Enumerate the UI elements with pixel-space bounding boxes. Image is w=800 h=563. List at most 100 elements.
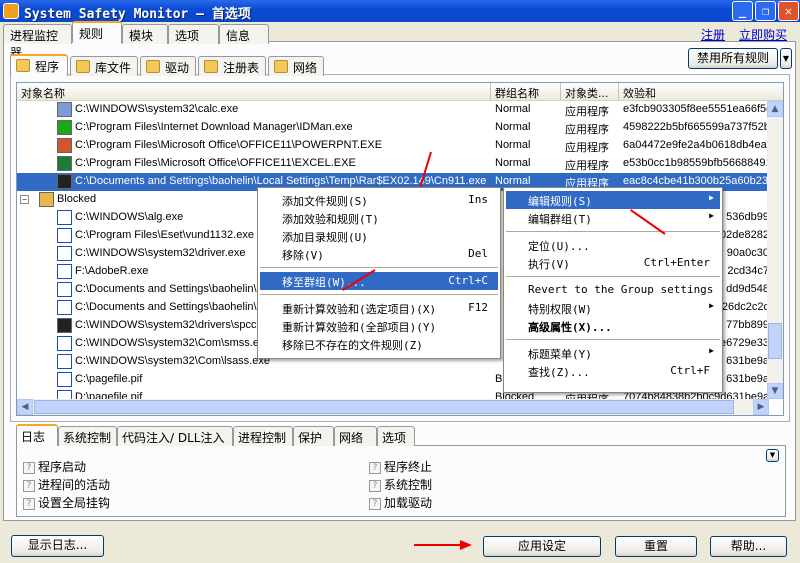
column-header-type[interactable]: 对象类...: [561, 83, 619, 101]
menu-item-label: 重新计算效验和(全部项目)(Y): [282, 321, 437, 334]
excel-icon: [57, 156, 72, 171]
menu-item[interactable]: Revert to the Group settings: [506, 281, 720, 299]
unknown-state-checkbox[interactable]: ?: [369, 479, 381, 492]
bottom-tab-4[interactable]: 保护: [293, 426, 334, 446]
column-header-group[interactable]: 群组名称: [491, 83, 561, 101]
menu-item[interactable]: 编辑规则(S) ▶: [506, 191, 720, 209]
menu-item-label: 标题菜单(Y): [528, 348, 592, 361]
log-option[interactable]: ? 程序启动: [23, 458, 110, 476]
chevron-right-icon: ▶: [709, 346, 714, 355]
rule-checksum: 6a04472e9fe2a4b0618db4ea1: [623, 139, 769, 151]
subtab-label: 程序: [35, 60, 60, 74]
log-option-label: 进程间的活动: [38, 478, 111, 492]
vertical-scrollbar[interactable]: ▲ ▼: [767, 101, 783, 399]
unknown-state-checkbox[interactable]: ?: [23, 497, 35, 510]
subtab-3[interactable]: 注册表: [198, 56, 266, 76]
table-row[interactable]: C:\Program Files\Microsoft Office\OFFICE…: [17, 137, 769, 155]
disable-all-dropdown-button[interactable]: ▼: [780, 48, 792, 69]
close-button[interactable]: ✕: [778, 1, 799, 21]
column-header-checksum[interactable]: 效验和: [619, 83, 783, 101]
reset-button[interactable]: 重置: [615, 536, 697, 557]
tab-2[interactable]: 模块: [122, 24, 168, 44]
menu-item[interactable]: 重新计算效验和(选定项目)(X) F12: [260, 299, 498, 317]
menu-item[interactable]: 重新计算效验和(全部项目)(Y): [260, 317, 498, 335]
menu-item[interactable]: 高级属性(X)...: [506, 317, 720, 335]
scroll-right-button[interactable]: ▶: [753, 399, 769, 415]
rule-group: Normal: [495, 139, 531, 151]
apply-settings-button[interactable]: 应用设定: [483, 536, 601, 557]
menu-item[interactable]: 移至群组(W)... Ctrl+C: [260, 272, 498, 290]
unknown-state-checkbox[interactable]: ?: [369, 461, 381, 474]
menu-item[interactable]: 定位(U)...: [506, 236, 720, 254]
help-button[interactable]: 帮助...: [710, 536, 787, 557]
menu-item-label: Revert to the Group settings: [528, 283, 714, 296]
tab-3[interactable]: 选项: [168, 24, 219, 44]
collapse-toggle[interactable]: −: [20, 195, 29, 204]
menu-item[interactable]: 执行(V) Ctrl+Enter: [506, 254, 720, 272]
menu-item-label: 移除已不存在的文件规则(Z): [282, 339, 423, 352]
bottom-tab-3[interactable]: 进程控制: [233, 426, 293, 446]
scroll-thumb[interactable]: [768, 323, 782, 359]
table-row[interactable]: C:\Program Files\Microsoft Office\OFFICE…: [17, 155, 769, 173]
menu-item[interactable]: 编辑群组(T) ▶: [506, 209, 720, 227]
subtab-4[interactable]: 网络: [268, 56, 324, 76]
skull-icon: [57, 318, 72, 333]
rule-group: Normal: [495, 175, 531, 187]
horizontal-scrollbar[interactable]: ◀ ▶: [17, 399, 769, 415]
tab-4[interactable]: 信息: [219, 24, 269, 44]
log-option[interactable]: ? 设置全局挂钩: [23, 494, 110, 512]
bottom-tab-0[interactable]: 日志: [16, 424, 58, 446]
bottom-tab-5[interactable]: 网络: [334, 426, 377, 446]
minimize-button[interactable]: _: [732, 1, 753, 21]
log-option[interactable]: ? 程序终止: [369, 458, 432, 476]
tab-1[interactable]: 规则: [72, 21, 122, 43]
title-bar: System Safety Monitor — 首选项 _ ❐ ✕: [0, 0, 800, 22]
calc-icon: [57, 102, 72, 117]
menu-item[interactable]: 特别权限(W) ▶: [506, 299, 720, 317]
window-icon: [57, 264, 72, 279]
rule-name: C:\pagefile.pif: [75, 373, 143, 385]
subtab-2[interactable]: 驱动: [140, 56, 196, 76]
log-option[interactable]: ? 系统控制: [369, 476, 432, 494]
window-icon: [57, 336, 72, 351]
unknown-state-checkbox[interactable]: ?: [369, 497, 381, 510]
log-option[interactable]: ? 进程间的活动: [23, 476, 110, 494]
menu-item-label: 定位(U)...: [528, 240, 590, 253]
menu-item[interactable]: 添加文件规则(S) Ins: [260, 191, 498, 209]
scroll-down-button[interactable]: ▼: [767, 383, 783, 399]
rule-type: 应用程序: [565, 142, 609, 154]
log-options-dropdown[interactable]: ▼: [766, 449, 779, 462]
log-panel: ? 程序启动? 进程间的活动? 设置全局挂钩 ? 程序终止? 系统控制? 加载驱动 ▼: [16, 445, 786, 517]
subtab-1[interactable]: 库文件: [70, 56, 138, 76]
menu-item[interactable]: 标题菜单(Y) ▶: [506, 344, 720, 362]
menu-item[interactable]: 移除(V) Del: [260, 245, 498, 263]
scroll-up-button[interactable]: ▲: [767, 101, 783, 117]
column-header-name[interactable]: 对象名称: [17, 83, 491, 101]
unknown-state-checkbox[interactable]: ?: [23, 461, 35, 474]
subtab-label: 网络: [293, 61, 318, 75]
tab-0[interactable]: 进程监控器: [3, 24, 72, 60]
bottom-tab-6[interactable]: 选项: [377, 426, 415, 446]
bottom-tab-2[interactable]: 代码注入/ DLL注入: [117, 426, 233, 446]
bottom-tab-1[interactable]: 系统控制: [58, 426, 117, 446]
disable-all-rules-button[interactable]: 禁用所有规则: [688, 48, 778, 69]
show-log-button[interactable]: 显示日志...: [11, 535, 104, 557]
menu-item[interactable]: 添加目录规则(U): [260, 227, 498, 245]
menu-item[interactable]: 添加效验和规则(T): [260, 209, 498, 227]
annotation-arrow: [414, 544, 464, 546]
subtab-0[interactable]: 程序: [10, 54, 68, 76]
chevron-right-icon: ▶: [709, 193, 714, 202]
annotation-arrowhead: [460, 540, 472, 550]
horizontal-scroll-thumb[interactable]: [34, 400, 734, 414]
table-row[interactable]: C:\WINDOWS\system32\calc.exe Normal 应用程序 e3…: [17, 101, 769, 119]
rule-name: C:\WINDOWS\system32\calc.exe: [75, 103, 239, 115]
unknown-state-checkbox[interactable]: ?: [23, 479, 35, 492]
menu-item[interactable]: 查找(Z)... Ctrl+F: [506, 362, 720, 380]
rule-checksum: e3fcb903305f8ee5551ea66f5c: [623, 103, 769, 115]
menu-shortcut: Del: [468, 247, 488, 260]
table-row[interactable]: C:\Program Files\Internet Download Manag…: [17, 119, 769, 137]
log-option[interactable]: ? 加载驱动: [369, 494, 432, 512]
menu-item[interactable]: 移除已不存在的文件规则(Z): [260, 335, 498, 353]
restore-button[interactable]: ❐: [755, 1, 776, 21]
scroll-left-button[interactable]: ◀: [17, 399, 33, 415]
